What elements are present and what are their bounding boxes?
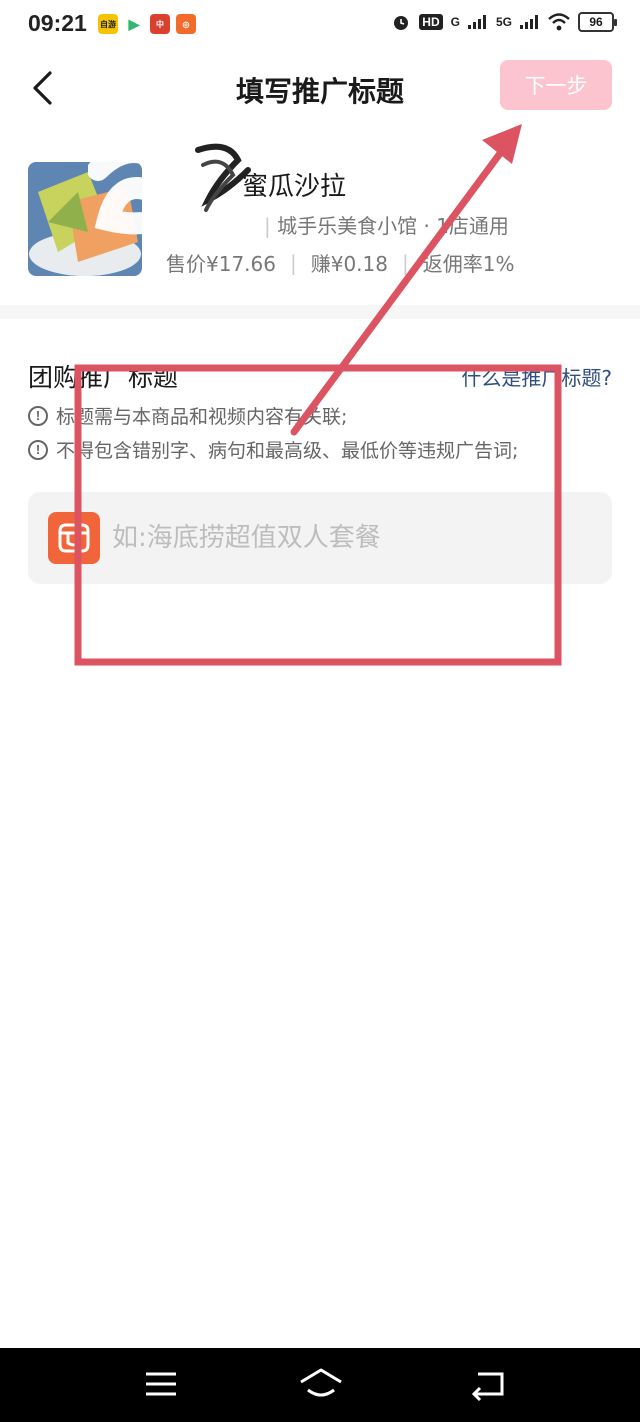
status-bar: 09:21 自游 ▶ 中 ◎ HD G 5G 96 — [0, 0, 640, 50]
tip-text: 不得包含错别字、病句和最高级、最低价等违规广告词; — [56, 440, 519, 462]
header: 填写推广标题 下一步 — [0, 56, 640, 120]
signal-2-icon — [520, 15, 538, 29]
return-icon — [471, 1372, 504, 1402]
status-indicators: HD G 5G 96 — [391, 12, 617, 32]
system-nav-bar — [0, 1348, 640, 1422]
product-stats: 售价¥17.66 | 赚¥0.18 | 返佣率1% — [166, 248, 514, 277]
product-card: 蜜瓜沙拉 | 城手乐美食小馆 · 1店通用 售价¥17.66 | 赚¥0.18 … — [28, 141, 612, 278]
hd-indicator: HD — [419, 14, 443, 30]
store-separator: | — [264, 214, 278, 238]
signal-1-icon — [467, 15, 486, 29]
menu-button[interactable] — [142, 1366, 182, 1402]
status-time: 09:21 — [28, 10, 87, 36]
stat-separator: | — [289, 250, 297, 275]
tip-item: ! 不得包含错别字、病句和最高级、最低价等违规广告词; — [28, 436, 518, 463]
signal-1-label: G — [450, 15, 460, 29]
promo-title-input[interactable] — [112, 512, 592, 564]
warning-icon: ! — [28, 405, 48, 426]
wifi-icon — [548, 13, 570, 31]
home-button[interactable] — [298, 1366, 344, 1402]
section-divider — [0, 305, 640, 319]
return-button[interactable] — [468, 1366, 508, 1402]
warning-icon: ! — [28, 439, 48, 460]
product-price: 售价¥17.66 — [166, 252, 276, 276]
title-input-box — [28, 492, 612, 584]
alarm-icon — [394, 16, 409, 30]
signal-2-label: 5G — [495, 15, 512, 29]
next-step-button[interactable]: 下一步 — [500, 60, 612, 110]
product-image — [28, 162, 142, 276]
app-icon-yellow: 自游 — [98, 14, 118, 34]
section-title: 团购推广标题 — [28, 363, 179, 392]
notification-icons: 自游 ▶ 中 ◎ — [98, 14, 196, 34]
store-name: 城手乐美食小馆 · 1店通用 — [277, 214, 509, 238]
product-name: 蜜瓜沙拉 — [242, 172, 347, 202]
app-icon-red: 中 — [150, 14, 170, 34]
menu-icon — [146, 1372, 176, 1396]
meituan-logo-icon — [48, 512, 100, 564]
tip-item: ! 标题需与本商品和视频内容有关联; — [28, 402, 347, 429]
home-icon — [300, 1368, 342, 1397]
stat-separator: | — [402, 250, 409, 275]
help-link[interactable]: 什么是推广标题? — [461, 362, 612, 391]
product-store: | 城手乐美食小馆 · 1店通用 — [264, 210, 509, 239]
annotation-arrow-head — [482, 124, 522, 164]
product-earn: 赚¥0.18 — [310, 252, 388, 276]
app-icon-orange: ◎ — [176, 14, 196, 34]
tip-text: 标题需与本商品和视频内容有关联; — [56, 406, 348, 428]
app-icon-play: ▶ — [124, 14, 144, 34]
battery-indicator: 96 — [578, 12, 617, 32]
product-commission: 返佣率1% — [422, 252, 515, 276]
